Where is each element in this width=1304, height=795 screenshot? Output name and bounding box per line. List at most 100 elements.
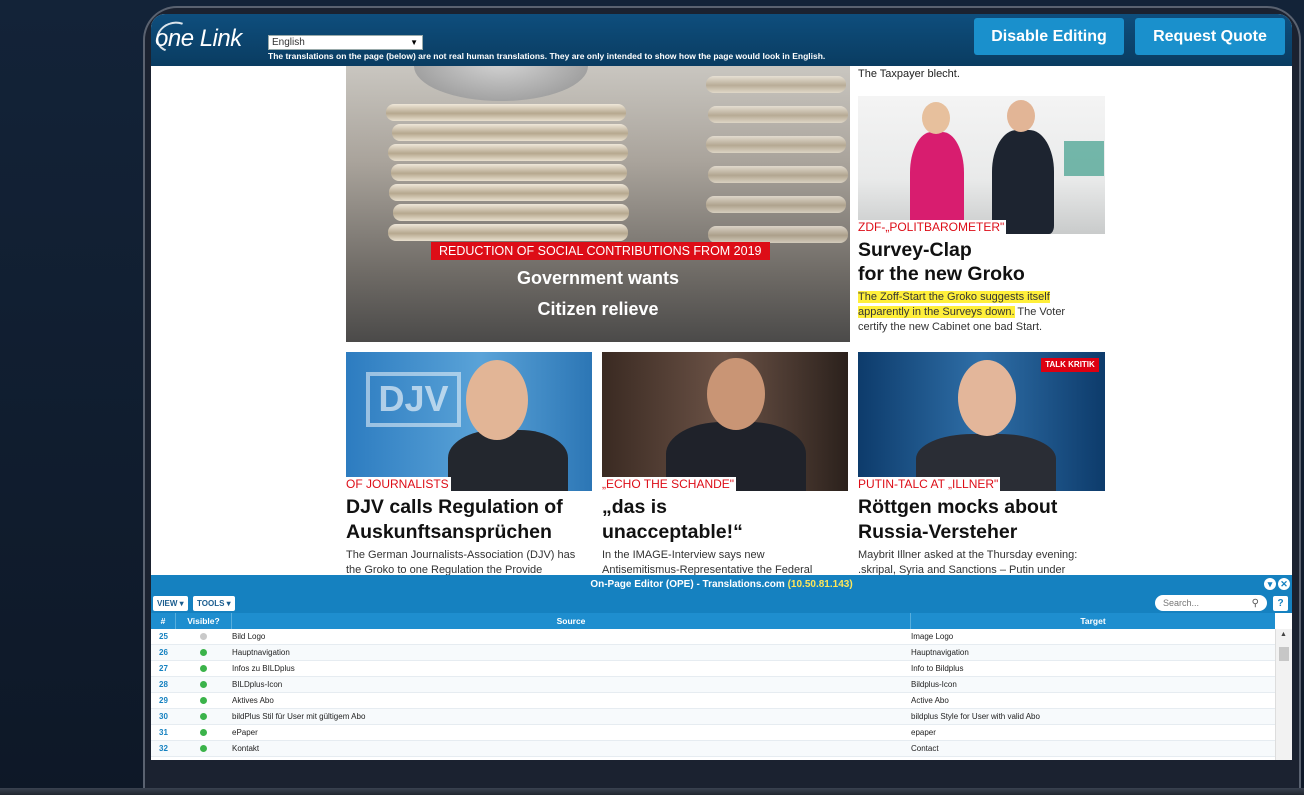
table-row[interactable]: 29 Aktives Abo Active Abo: [151, 693, 1275, 709]
coin-stack: [386, 104, 626, 121]
col-source[interactable]: Source: [232, 613, 911, 629]
target-cell[interactable]: epaper: [911, 725, 1275, 741]
tools-menu-button[interactable]: TOOLS ▾: [193, 596, 235, 611]
translation-disclaimer: The translations on the page (below) are…: [268, 51, 826, 61]
source-cell: Hauptnavigation: [232, 648, 290, 657]
teaser-text: certify the new Cabinet one bad Start.: [858, 321, 1043, 333]
scroll-thumb[interactable]: [1279, 647, 1289, 661]
search-icon[interactable]: ⚲: [1252, 596, 1259, 612]
djv-image[interactable]: DJV: [346, 352, 592, 491]
card2-title-line1: „das is: [602, 496, 668, 518]
close-icon[interactable]: ✕: [1278, 578, 1290, 590]
djv-logo-sign: DJV: [366, 372, 461, 427]
grid-header: # Visible? Source Target: [151, 613, 1275, 629]
row-number: 25: [159, 632, 168, 641]
row-number: 29: [159, 696, 168, 705]
person-head: [922, 102, 950, 134]
article-page: REDUCTION OF SOCIAL CONTRIBUTIONS FROM 2…: [151, 66, 1292, 575]
echo-image[interactable]: [602, 352, 848, 491]
coin-stack: [393, 204, 629, 221]
target-cell[interactable]: Info to Bildplus: [911, 661, 1275, 677]
help-button[interactable]: ?: [1273, 596, 1288, 611]
col-num[interactable]: #: [151, 613, 176, 629]
col-visible[interactable]: Visible?: [176, 613, 232, 629]
visibility-indicator: [176, 677, 231, 693]
row-number: 26: [159, 648, 168, 657]
politbarometer-image[interactable]: [858, 96, 1105, 234]
hero-kicker: REDUCTION OF SOCIAL CONTRIBUTIONS FROM 2…: [431, 242, 770, 260]
coin-image: [414, 66, 588, 101]
ope-ip: (10.50.81.143): [787, 579, 853, 590]
card2-kicker: „ECHO THE SCHANDE": [602, 477, 737, 491]
card3-title-line2: Russia-Versteher: [858, 521, 1018, 543]
coin-stack: [706, 136, 846, 153]
search-input[interactable]: Search... ⚲: [1155, 595, 1267, 611]
grid-scrollbar[interactable]: ▲: [1275, 629, 1292, 760]
coin-stack: [708, 106, 848, 123]
talk-image[interactable]: TALK KRITIK: [858, 352, 1105, 491]
ope-window-controls: ▾ ✕: [1264, 578, 1290, 590]
target-cell[interactable]: Active Abo: [911, 693, 1275, 709]
target-cell[interactable]: Contact: [911, 741, 1275, 757]
status-dot-icon: [200, 633, 207, 641]
target-cell[interactable]: Bildplus-Icon: [911, 677, 1275, 693]
status-dot-icon: [200, 665, 207, 673]
minimize-icon[interactable]: ▾: [1264, 578, 1276, 590]
language-select[interactable]: English ▼: [268, 35, 423, 50]
coin-stack: [708, 166, 848, 183]
talk-kritik-badge: TALK KRITIK: [1041, 358, 1099, 372]
card1-title-line1: DJV calls Regulation of: [346, 496, 563, 518]
onelink-logo: one Link: [151, 16, 250, 59]
coin-stack: [391, 164, 627, 181]
hero-article[interactable]: REDUCTION OF SOCIAL CONTRIBUTIONS FROM 2…: [346, 66, 850, 342]
table-row[interactable]: 30 bildPlus Stil für User mit gültigem Ab…: [151, 709, 1275, 725]
table-row[interactable]: 27 Infos zu BILDplus Info to Bildplus: [151, 661, 1275, 677]
table-row[interactable]: 32 Kontakt Contact: [151, 741, 1275, 757]
ope-title: On-Page Editor (OPE) - Translations.com: [590, 579, 788, 590]
onelink-toolbar: one Link English ▼ The translations on t…: [151, 14, 1292, 66]
target-cell[interactable]: bildplus Style for User with valid Abo: [911, 709, 1275, 725]
building-element: [1064, 141, 1104, 176]
view-menu-button[interactable]: VIEW ▾: [153, 596, 188, 611]
source-cell: Aktives Abo: [232, 696, 274, 705]
top-caption: The Taxpayer blecht.: [858, 68, 960, 80]
highlighted-text[interactable]: The Zoff-Start the Groko suggests itself: [858, 291, 1050, 303]
request-quote-button[interactable]: Request Quote: [1135, 18, 1285, 55]
visibility-indicator: [176, 693, 231, 709]
person-head: [466, 360, 528, 440]
person-figure: [448, 430, 568, 491]
side-teaser: The Zoff-Start the Groko suggests itself…: [858, 290, 1108, 335]
table-row[interactable]: 28 BILDplus-Icon Bildplus-Icon: [151, 677, 1275, 693]
table-row[interactable]: 25 Bild Logo Image Logo: [151, 629, 1275, 645]
on-page-editor-panel: On-Page Editor (OPE) - Translations.com …: [151, 575, 1292, 760]
grid-body: 25 Bild Logo Image Logo 26 Hauptnavigation Ha…: [151, 629, 1275, 760]
dropdown-arrow-icon: ▼: [410, 38, 418, 47]
scroll-up-icon[interactable]: ▲: [1280, 631, 1287, 638]
disable-editing-button[interactable]: Disable Editing: [974, 18, 1124, 55]
coin-stack: [388, 144, 628, 161]
search-placeholder: Search...: [1163, 598, 1200, 608]
col-target[interactable]: Target: [911, 613, 1275, 629]
coin-stack: [392, 124, 628, 141]
target-cell[interactable]: Image Logo: [911, 629, 1275, 645]
laptop-base: [0, 788, 1304, 795]
source-cell: BILDplus-Icon: [232, 680, 283, 689]
target-cell[interactable]: Hauptnavigation: [911, 645, 1275, 661]
card2-title-line2: unacceptable!“: [602, 521, 743, 543]
card2-teaser-line2: Antisemitismus-Representative the Federa…: [602, 564, 813, 575]
visibility-indicator: [176, 709, 231, 725]
card1-teaser-line2: the Groko to one Regulation the Provide: [346, 564, 543, 575]
table-row[interactable]: 31 ePaper epaper: [151, 725, 1275, 741]
source-cell: bildPlus Stil für User mit gültigem Abo: [232, 712, 366, 721]
row-number: 31: [159, 728, 168, 737]
row-number: 27: [159, 664, 168, 673]
visibility-indicator: [176, 661, 231, 677]
hero-headline-line2: Citizen relieve: [537, 299, 659, 319]
highlighted-text[interactable]: apparently in the Surveys down.: [858, 306, 1015, 318]
status-dot-icon: [200, 649, 207, 657]
table-row[interactable]: 26 Hauptnavigation Hauptnavigation: [151, 645, 1275, 661]
coin-stack: [706, 196, 846, 213]
status-dot-icon: [200, 697, 207, 705]
browser-screen: one Link English ▼ The translations on t…: [151, 14, 1292, 760]
ope-titlebar: On-Page Editor (OPE) - Translations.com …: [151, 575, 1292, 595]
